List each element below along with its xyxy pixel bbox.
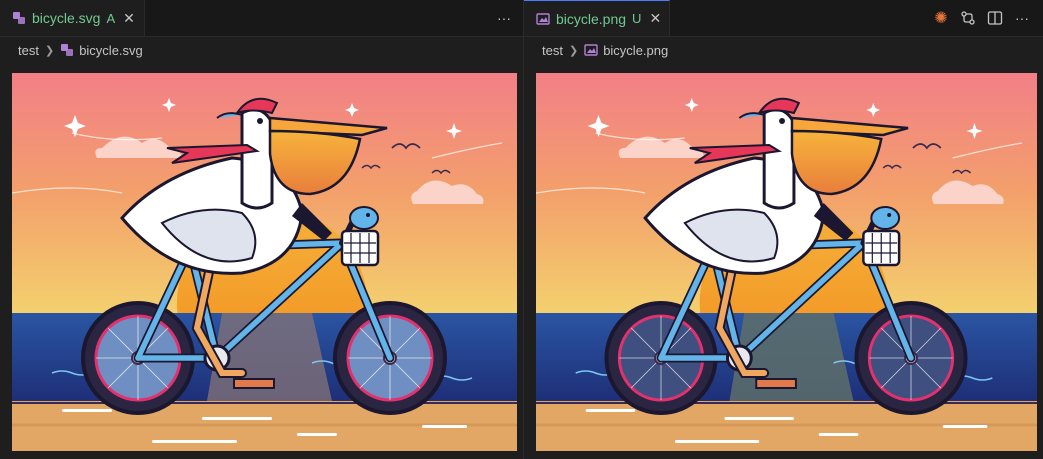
right-editor-actions: ✺ ··· (925, 0, 1033, 36)
close-icon[interactable]: ✕ (649, 10, 661, 27)
left-editor-actions: ··· (488, 0, 515, 36)
more-actions-icon[interactable]: ··· (493, 7, 515, 29)
tab-label: bicycle.png (556, 10, 627, 27)
breadcrumb-folder[interactable]: test (18, 43, 39, 58)
image-file-icon (536, 12, 550, 26)
editor-area: bicycle.svg A ✕ ··· test ❯ bicycle.svg b… (0, 0, 1043, 459)
copilot-sparkle-icon[interactable]: ✺ (930, 7, 952, 29)
right-tab-bar: bicycle.png U ✕ ✺ ··· (524, 0, 1043, 37)
right-editor-group: bicycle.png U ✕ ✺ ··· test ❯ bicycle.png (524, 0, 1043, 459)
breadcrumb-file[interactable]: bicycle.svg (79, 43, 143, 58)
git-status-badge: U (632, 11, 642, 26)
pelican-bicycle-illustration (536, 73, 1037, 451)
git-status-badge: A (106, 10, 116, 26)
open-changes-icon[interactable] (957, 7, 979, 29)
svg-preview (12, 73, 517, 451)
more-actions-icon[interactable]: ··· (1011, 7, 1033, 29)
left-editor-group: bicycle.svg A ✕ ··· test ❯ bicycle.svg (0, 0, 523, 459)
png-preview (536, 73, 1037, 451)
svg-file-icon (60, 43, 74, 57)
chevron-right-icon: ❯ (44, 44, 55, 57)
chevron-right-icon: ❯ (568, 44, 579, 57)
tab-bicycle-png[interactable]: bicycle.png U ✕ (524, 0, 670, 36)
tab-label: bicycle.svg (32, 10, 101, 26)
tab-bicycle-svg[interactable]: bicycle.svg A ✕ (0, 0, 145, 36)
svg-file-icon (12, 11, 26, 25)
split-editor-icon[interactable] (984, 7, 1006, 29)
pelican-bicycle-illustration (12, 73, 517, 451)
breadcrumb: test ❯ bicycle.png (524, 37, 668, 63)
left-tab-bar: bicycle.svg A ✕ ··· (0, 0, 523, 37)
breadcrumb-file[interactable]: bicycle.png (603, 43, 668, 58)
close-icon[interactable]: ✕ (123, 10, 135, 27)
breadcrumb: test ❯ bicycle.svg (0, 37, 143, 63)
breadcrumb-folder[interactable]: test (542, 43, 563, 58)
image-file-icon (584, 43, 598, 57)
